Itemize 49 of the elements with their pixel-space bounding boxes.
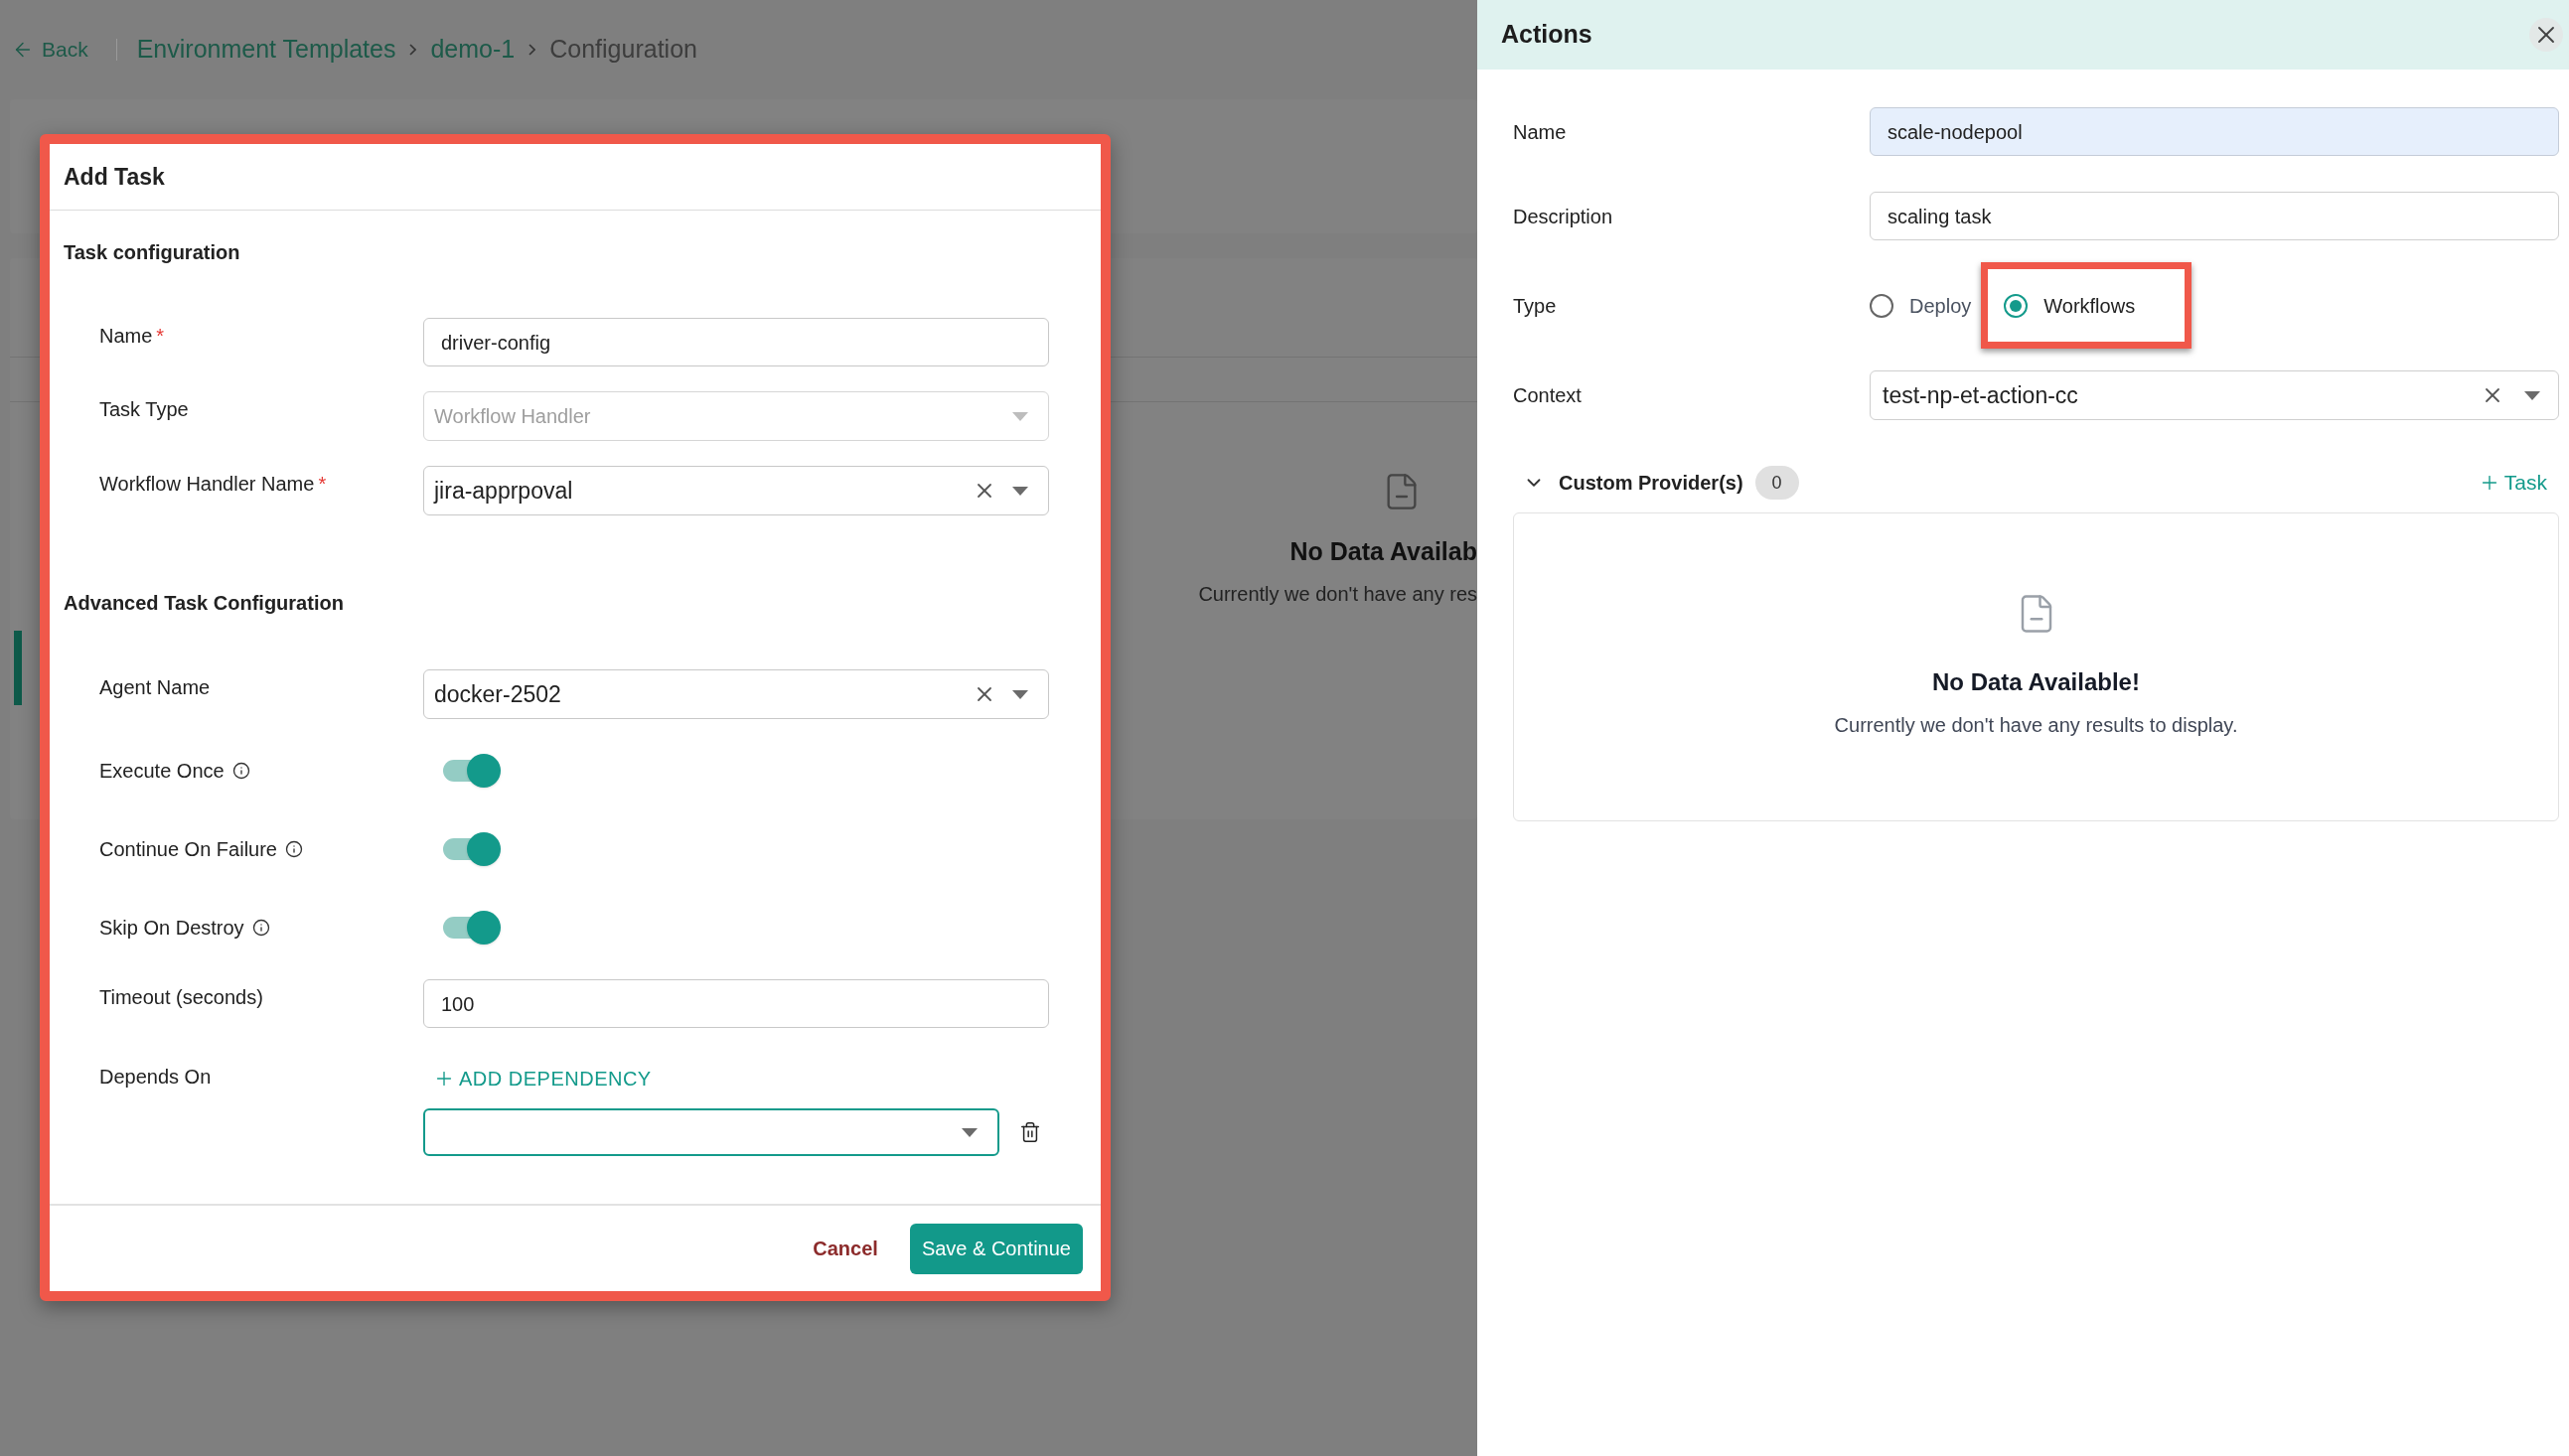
field-label: Description: [1513, 205, 1613, 227]
toggle-switch[interactable]: [443, 753, 501, 789]
caret-icon: [1012, 411, 1028, 421]
caret-icon: [1012, 689, 1028, 699]
close-button[interactable]: [2529, 18, 2563, 52]
empty-state-title: No Data Availab: [1289, 536, 1477, 567]
empty-state-message: Currently we don't have any res: [1198, 581, 1477, 607]
radio-option[interactable]: Deploy: [1870, 290, 1972, 321]
section-heading: Advanced Task Configuration: [64, 591, 344, 616]
empty-state-message: Currently we don't have any results to display.: [1834, 713, 2238, 738]
field-label: Type: [1513, 294, 1557, 317]
field-label: Name: [99, 324, 153, 349]
field-label: Name: [1513, 120, 1567, 143]
field-label: Workflow Handler Name: [99, 472, 315, 497]
select-field[interactable]: docker-2502: [423, 669, 1049, 719]
field-label: Context: [1513, 384, 1582, 406]
save-continue-button[interactable]: Save & Continue: [909, 1223, 1083, 1274]
caret-icon: [1012, 486, 1028, 496]
field-label: Execute Once: [99, 759, 225, 784]
select-field[interactable]: test-np-et-action-cc: [1870, 370, 2559, 420]
field-label: Continue On Failure: [99, 837, 277, 862]
field-label: Depends On: [99, 1065, 212, 1090]
caret-icon: [2524, 390, 2540, 400]
select-field[interactable]: jira-apprpoval: [423, 466, 1049, 515]
text-field[interactable]: driver-config: [423, 318, 1049, 366]
delete-icon[interactable]: [1019, 1121, 1041, 1143]
text-field[interactable]: scaling task: [1870, 192, 2559, 240]
panel-title: Actions: [1501, 19, 1592, 51]
field-label: Agent Name: [99, 675, 211, 700]
cancel-button[interactable]: Cancel: [803, 1224, 888, 1273]
toggle-switch[interactable]: [443, 910, 501, 946]
required-mark: *: [156, 324, 165, 349]
radio-option[interactable]: Workflows: [2004, 290, 2136, 321]
section-label: Custom Provider(s): [1559, 471, 1743, 496]
chevron-icon: [409, 44, 417, 56]
text-field[interactable]: 100: [423, 979, 1049, 1028]
dependency-select[interactable]: [423, 1108, 999, 1156]
required-mark: *: [318, 472, 327, 497]
count-badge: 0: [1754, 466, 1799, 500]
chevron-icon: [529, 44, 536, 56]
field-label: Skip On Destroy: [99, 916, 244, 941]
dialog-title: Add Task: [64, 162, 165, 192]
caret-icon: [962, 1127, 978, 1137]
empty-state-title: No Data Available!: [1932, 667, 2140, 697]
toggle-switch[interactable]: [443, 831, 501, 867]
section-heading: Task configuration: [64, 240, 240, 265]
field-label: Timeout (seconds): [99, 985, 263, 1010]
text-field[interactable]: scale-nodepool: [1870, 107, 2559, 156]
field-label: Task Type: [99, 397, 189, 422]
